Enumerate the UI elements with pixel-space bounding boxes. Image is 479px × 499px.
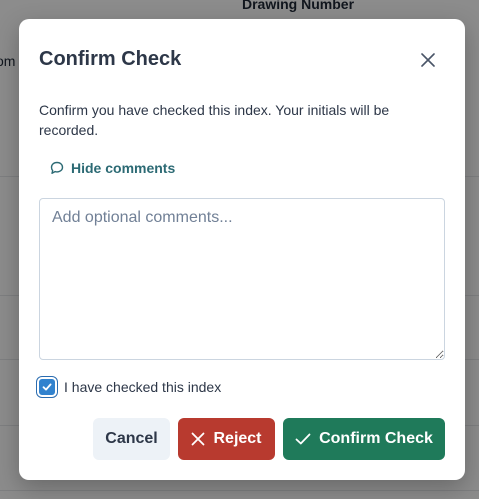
confirm-check-dialog: Confirm Check Confirm you have checked t…	[19, 19, 465, 480]
reject-button-label: Reject	[213, 430, 262, 447]
hide-comments-button[interactable]: Hide comments	[50, 160, 175, 176]
cancel-button-label: Cancel	[105, 430, 158, 447]
confirm-check-button-label: Confirm Check	[319, 430, 433, 447]
checkmark-icon	[42, 383, 52, 391]
comment-bubble-icon	[50, 161, 64, 174]
close-button[interactable]	[419, 51, 437, 69]
dialog-description: Confirm you have checked this index. You…	[39, 102, 390, 138]
confirm-checkbox[interactable]	[39, 379, 55, 395]
confirm-checkbox-row[interactable]: I have checked this index	[38, 379, 221, 395]
reject-button[interactable]: Reject	[178, 418, 275, 460]
close-icon	[421, 53, 435, 67]
dialog-title: Confirm Check	[39, 48, 182, 70]
comments-textarea[interactable]	[39, 198, 445, 360]
hide-comments-label: Hide comments	[71, 160, 176, 176]
confirm-check-button[interactable]: Confirm Check	[283, 418, 445, 460]
checkmark-icon	[295, 433, 311, 445]
cancel-button[interactable]: Cancel	[93, 418, 170, 460]
x-icon	[192, 432, 205, 446]
checkbox-label: I have checked this index	[64, 379, 222, 395]
